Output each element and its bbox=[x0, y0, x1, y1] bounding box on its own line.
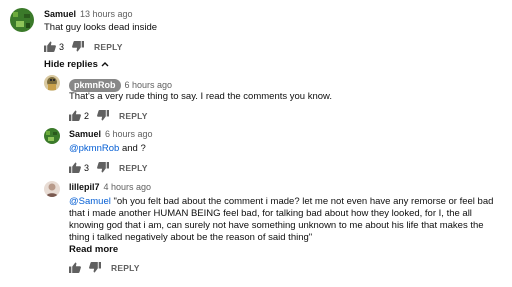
author-name[interactable]: lillepil7 bbox=[69, 182, 100, 192]
dislike-icon[interactable] bbox=[89, 262, 101, 273]
avatar-image-icon bbox=[44, 75, 60, 91]
chevron-up-icon bbox=[101, 59, 109, 70]
reply-button[interactable]: REPLY bbox=[94, 42, 123, 52]
dislike-icon[interactable] bbox=[72, 41, 85, 52]
avatar-image-icon bbox=[10, 8, 34, 32]
author-name[interactable]: Samuel bbox=[44, 9, 76, 19]
avatar-image-icon bbox=[44, 181, 60, 197]
like-icon[interactable] bbox=[69, 110, 81, 121]
dislike-icon[interactable] bbox=[97, 162, 110, 173]
comment-text: That guy looks dead inside bbox=[44, 22, 158, 33]
like-icon[interactable] bbox=[69, 262, 81, 273]
reply-actions: 3 REPLY bbox=[69, 162, 148, 173]
reply-body: "oh you felt bad about the comment i mad… bbox=[69, 196, 494, 243]
hide-replies-label: Hide replies bbox=[44, 59, 98, 70]
avatar[interactable] bbox=[10, 8, 34, 32]
reply-text: That's a very rude thing to say. I read … bbox=[69, 91, 333, 102]
avatar[interactable] bbox=[44, 128, 60, 144]
comment-time[interactable]: 6 hours ago bbox=[105, 129, 153, 139]
like-icon[interactable] bbox=[69, 162, 81, 173]
hide-replies-button[interactable]: Hide replies bbox=[44, 59, 109, 70]
mention-link[interactable]: @Samuel bbox=[69, 196, 111, 207]
author-name[interactable]: Samuel bbox=[69, 129, 101, 139]
reply-actions: REPLY bbox=[69, 262, 140, 273]
comment-time[interactable]: 13 hours ago bbox=[80, 9, 133, 19]
like-count: 3 bbox=[84, 162, 90, 173]
comment-actions: 3 REPLY bbox=[44, 41, 123, 52]
mention-link[interactable]: @pkmnRob bbox=[69, 143, 119, 154]
reply-button[interactable]: REPLY bbox=[111, 263, 140, 273]
reply-button[interactable]: REPLY bbox=[119, 111, 148, 121]
avatar[interactable] bbox=[44, 75, 60, 91]
like-icon[interactable] bbox=[44, 41, 56, 52]
reply-actions: 2 REPLY bbox=[69, 110, 148, 121]
read-more-button[interactable]: Read more bbox=[69, 244, 118, 255]
like-count: 3 bbox=[59, 41, 65, 52]
avatar[interactable] bbox=[44, 181, 60, 197]
comment-time[interactable]: 6 hours ago bbox=[125, 80, 173, 90]
comment-author[interactable]: Samuel 13 hours ago bbox=[44, 9, 133, 19]
reply-text: @pkmnRob and ? bbox=[69, 143, 146, 155]
dislike-icon[interactable] bbox=[97, 110, 110, 121]
reply-text: @Samuel "oh you felt bad about the comme… bbox=[69, 196, 501, 244]
like-count: 2 bbox=[84, 110, 90, 121]
comment-author[interactable]: Samuel 6 hours ago bbox=[69, 129, 153, 139]
comment-time[interactable]: 4 hours ago bbox=[104, 182, 152, 192]
avatar-image-icon bbox=[44, 128, 60, 144]
reply-body: and ? bbox=[119, 143, 146, 154]
comment-author[interactable]: lillepil7 4 hours ago bbox=[69, 182, 151, 192]
reply-button[interactable]: REPLY bbox=[119, 163, 148, 173]
